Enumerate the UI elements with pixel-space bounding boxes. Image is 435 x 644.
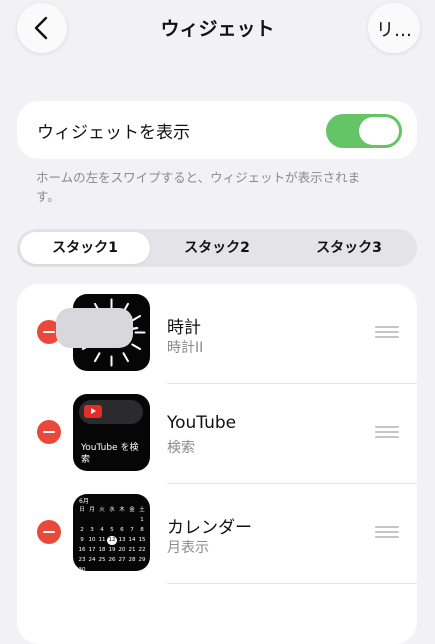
- calendar-weekday: 月: [89, 507, 95, 513]
- calendar-day: 3: [90, 527, 94, 533]
- tab-stack-1[interactable]: スタック1: [20, 232, 150, 264]
- calendar-day: 14: [128, 537, 136, 543]
- more-button[interactable]: リ…: [368, 3, 420, 53]
- widget-subtitle: 検索: [167, 440, 195, 456]
- calendar-day: 27: [118, 557, 126, 563]
- widget-subtitle: 月表示: [167, 540, 209, 556]
- calendar-day: 13: [118, 537, 126, 543]
- clock-tick: [131, 343, 142, 350]
- more-button-label: リ…: [376, 20, 412, 41]
- reorder-handle-icon[interactable]: [375, 526, 399, 539]
- clock-tick: [122, 352, 129, 363]
- calendar-day: 1: [140, 517, 144, 523]
- widget-title: 時計: [167, 318, 201, 338]
- clock-tick: [131, 315, 142, 322]
- calendar-icon: 6月 日月火水木金土 1 2 3 4 5 6 7 8 9 10 11 12 13 14 15 16 17 18 19 2…: [73, 494, 150, 571]
- youtube-icon: YouTube を検索: [73, 394, 150, 471]
- calendar-day: 20: [118, 547, 126, 553]
- calendar-day: [107, 516, 117, 525]
- youtube-search-bar: [79, 400, 143, 424]
- calendar-day: [97, 516, 107, 525]
- reorder-handle-icon[interactable]: [375, 426, 399, 439]
- calendar-grid: 日月火水木金土 1 2 3 4 5 6 7 8 9 10 11 12 13 14 15 16 17 18 19 20 21…: [77, 506, 147, 571]
- calendar-day: 9: [80, 537, 84, 543]
- widget-title: カレンダー: [167, 518, 252, 538]
- calendar-day: 4: [100, 527, 104, 533]
- widget-row-youtube: YouTube を検索 YouTube 検索: [17, 384, 417, 484]
- clock-tick: [94, 352, 101, 363]
- remove-button[interactable]: [37, 420, 61, 444]
- calendar-weekday: 土: [139, 507, 145, 513]
- reorder-handle-icon[interactable]: [375, 326, 399, 339]
- calendar-day: 6: [120, 527, 124, 533]
- toggle-knob: [359, 117, 399, 145]
- calendar-day: 7: [130, 527, 134, 533]
- widget-row-calendar: 6月 日月火水木金土 1 2 3 4 5 6 7 8 9 10 11 12 13 14 15 16 17 18 19 2…: [17, 484, 417, 584]
- calendar-day: 5: [110, 527, 114, 533]
- calendar-day: 22: [138, 547, 146, 553]
- show-widgets-label: ウィジェットを表示: [37, 123, 190, 143]
- calendar-day: [127, 516, 137, 525]
- calendar-day: 23: [78, 557, 86, 563]
- remove-button[interactable]: [37, 520, 61, 544]
- show-widgets-row: ウィジェットを表示: [17, 101, 417, 159]
- calendar-day: 29: [138, 557, 146, 563]
- calendar-month: 6月: [79, 498, 89, 505]
- calendar-day: 2: [80, 527, 84, 533]
- calendar-day: 18: [98, 547, 106, 553]
- calendar-weekday: 木: [119, 507, 125, 513]
- calendar-day: 28: [128, 557, 136, 563]
- calendar-day: 10: [88, 537, 96, 543]
- tab-stack-2[interactable]: スタック2: [152, 232, 282, 264]
- calendar-day: 24: [88, 557, 96, 563]
- divider: [167, 583, 417, 584]
- calendar-day: 21: [128, 547, 136, 553]
- calendar-day: 26: [108, 557, 116, 563]
- calendar-day: 17: [88, 547, 96, 553]
- widget-subtitle: 時計II: [167, 340, 204, 356]
- youtube-logo-icon: [84, 405, 102, 418]
- calendar-weekday: 金: [129, 507, 135, 513]
- calendar-day: 11: [98, 537, 106, 543]
- calendar-day: [87, 516, 97, 525]
- widget-title: YouTube: [167, 413, 237, 433]
- show-widgets-toggle[interactable]: [326, 114, 402, 148]
- widget-thumb-partial: [56, 308, 133, 348]
- tab-stack-3[interactable]: スタック3: [284, 232, 414, 264]
- calendar-day: 12: [107, 536, 117, 545]
- calendar-day: 8: [140, 527, 144, 533]
- stack-tabs: スタック1 スタック2 スタック3: [17, 229, 417, 267]
- calendar-day: [77, 516, 87, 525]
- calendar-weekday: 火: [99, 507, 105, 513]
- calendar-day: 16: [78, 547, 86, 553]
- description-text: ホームの左をスワイプすると、ウィジェットが表示されます。: [36, 170, 361, 204]
- calendar-day: 25: [98, 557, 106, 563]
- youtube-thumb-text: YouTube を検索: [81, 443, 139, 465]
- calendar-day: 15: [138, 537, 146, 543]
- calendar-weekday: 水: [109, 507, 115, 513]
- calendar-day: [117, 516, 127, 525]
- calendar-day: 19: [108, 547, 116, 553]
- calendar-weekday: 日: [79, 507, 85, 513]
- calendar-day: 30: [78, 567, 86, 571]
